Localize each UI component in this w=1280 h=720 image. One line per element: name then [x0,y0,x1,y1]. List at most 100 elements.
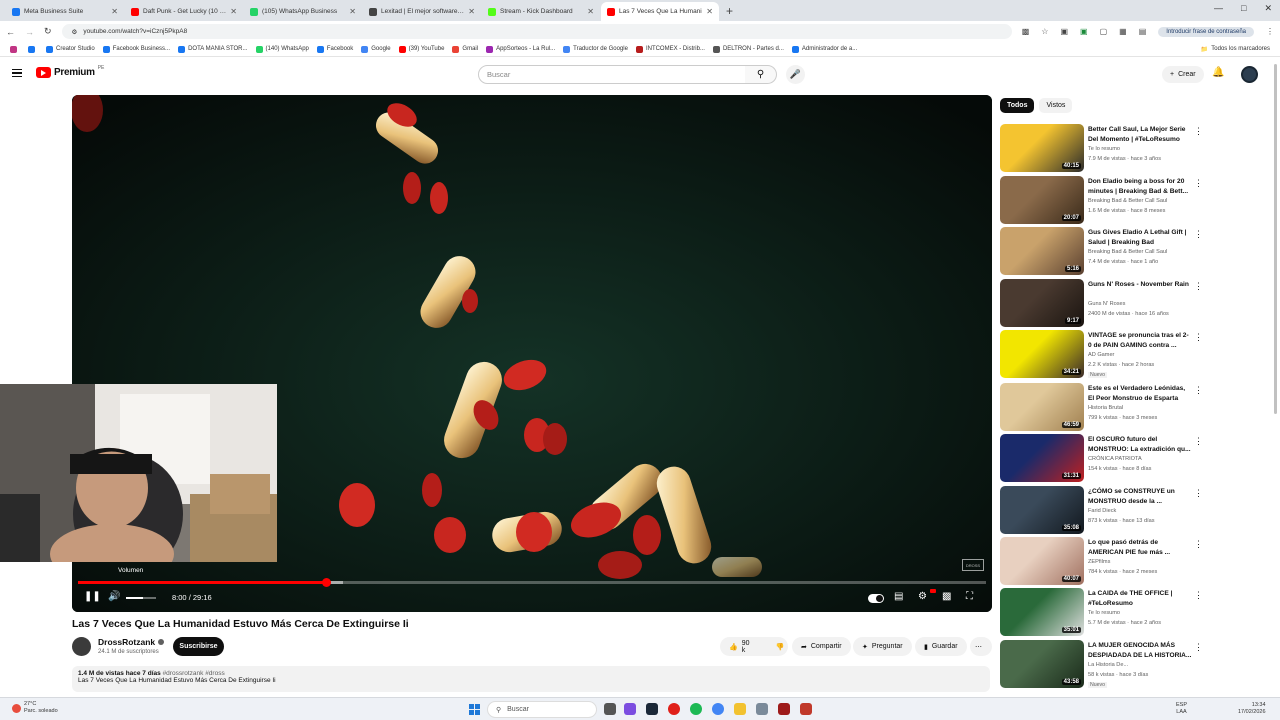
puzzle-icon[interactable]: ▦ [1119,27,1127,36]
progress-scrubber[interactable] [321,578,331,587]
app-icon[interactable] [778,703,790,715]
all-bookmarks-folder[interactable]: 📁 Todos los marcadores [1201,46,1270,53]
page-scrollbar-thumb[interactable] [1274,64,1277,414]
settings-gear-icon[interactable]: ⚙ [918,591,927,602]
save-button[interactable]: ▮ Guardar [915,637,967,656]
recommendation-item[interactable]: 46:59 Este es el Verdadero Leónidas, El P… [1000,383,1270,431]
recommendation-channel[interactable]: Farid Dieck [1088,508,1116,514]
tab-close-icon[interactable]: ✕ [111,7,118,16]
progress-bar[interactable] [78,578,986,587]
more-vertical-icon[interactable]: ⋮ [1194,590,1203,601]
recommendation-channel[interactable]: Historia Brutal [1088,405,1123,411]
bookmark-item[interactable] [28,45,38,53]
task-view-icon[interactable] [604,703,616,715]
tab-close-icon[interactable]: ✕ [468,7,475,16]
password-prompt-button[interactable]: Introducir frase de contraseña [1158,26,1254,37]
recommendation-channel[interactable]: Te lo resumo [1088,610,1120,616]
account-avatar[interactable] [1241,66,1258,83]
more-vertical-icon[interactable]: ⋮ [1194,281,1203,292]
bookmark-item[interactable]: INTCOMEX - Distrib... [635,45,705,53]
volume-slider[interactable] [126,597,156,599]
recommendation-title[interactable]: Este es el Verdadero Leónidas, El Peor M… [1088,384,1192,403]
opera-icon[interactable] [668,703,680,715]
more-vertical-icon[interactable]: ⋮ [1194,178,1203,189]
bookmark-item[interactable]: Facebook Business... [102,45,170,53]
more-vertical-icon[interactable]: ⋮ [1194,436,1203,447]
browser-menu-icon[interactable]: ⋮ [1266,27,1274,36]
minimize-icon[interactable]: — [1214,3,1223,14]
more-vertical-icon[interactable]: ⋮ [1194,126,1203,137]
more-vertical-icon[interactable]: ⋮ [1194,332,1203,343]
bookmark-item[interactable] [10,45,20,53]
bookmark-item[interactable]: Google [361,45,391,53]
new-tab-button[interactable]: + [726,4,733,18]
video-thumbnail[interactable]: 5:16 [1000,227,1084,275]
volume-icon[interactable]: 🔊 [108,591,120,602]
tab-close-icon[interactable]: ✕ [706,7,713,16]
like-button[interactable]: 👍 90 k [720,637,759,656]
bookmark-item[interactable]: Facebook [316,45,353,53]
weather-widget[interactable]: 27°C Parc. soleado [12,701,58,715]
recommendation-channel[interactable]: AD Gamer [1088,352,1114,358]
bookmark-item[interactable]: AppSorteos - La Rul... [486,45,555,53]
address-bar[interactable]: ⚙ youtube.com/watch?v=iCznj5PkpA8 [61,24,1012,39]
recommendation-item[interactable]: 5:16 Gus Gives Eladio A Lethal Gift | Sal… [1000,227,1270,275]
recommendation-item[interactable]: 20:07 Don Eladio being a boss for 20 minu… [1000,176,1270,224]
pause-icon[interactable]: ❚❚ [84,591,101,602]
more-vertical-icon[interactable]: ⋮ [1194,229,1203,240]
video-thumbnail[interactable]: 43:58 [1000,640,1084,688]
recommendation-title[interactable]: LA MUJER GENOCIDA MÁS DESPIADADA DE LA H… [1088,641,1192,660]
more-vertical-icon[interactable]: ⋮ [1194,642,1203,653]
video-thumbnail[interactable]: 35:08 [1000,486,1084,534]
subtitles-icon[interactable]: ▤ [894,591,903,602]
video-thumbnail[interactable]: 35:01 [1000,588,1084,636]
forward-icon[interactable]: → [25,27,34,37]
tab-close-icon[interactable]: ✕ [587,7,594,16]
bookmark-item[interactable]: Administrador de a... [791,45,857,53]
browser-tab[interactable]: Stream - Kick Dashboard ✕ [482,2,600,21]
chip-all[interactable]: Todos [1000,98,1035,113]
browser-tab[interactable]: Daft Punk - Get Lucky (10 min ✕ [125,2,243,21]
recommendation-item[interactable]: 40:07 Lo que pasó detrás de AMERICAN PIE … [1000,537,1270,585]
browser-tab[interactable]: Las 7 Veces Que La Humani ✕ [601,2,719,21]
extension-icon[interactable]: ▣ [1080,27,1088,36]
browser-tab[interactable]: (105) WhatsApp Business ✕ [244,2,362,21]
install-icon[interactable]: ▩ [1022,27,1030,36]
more-vertical-icon[interactable]: ⋮ [1194,488,1203,499]
video-thumbnail[interactable]: 9:17 [1000,279,1084,327]
create-button[interactable]: + Crear [1162,66,1204,83]
browser-tab[interactable]: Lexitad | El mejor software para ✕ [363,2,481,21]
app-icon[interactable] [624,703,636,715]
recommendation-title[interactable]: La CAIDA de THE OFFICE | #TeLoResumo [1088,589,1192,608]
recommendation-channel[interactable]: CRÓNICA PATRIOTA [1088,456,1142,462]
recommendation-title[interactable]: Lo que pasó detrás de AMERICAN PIE fue m… [1088,538,1192,557]
video-thumbnail[interactable]: 31:31 [1000,434,1084,482]
close-window-icon[interactable]: ✕ [1264,3,1272,14]
file-explorer-icon[interactable] [734,703,746,715]
fullscreen-icon[interactable]: ⛶ [966,591,973,602]
recommendation-channel[interactable]: Breaking Bad & Better Call Saul [1088,198,1167,204]
site-info-icon[interactable]: ⚙ [72,28,78,36]
description-box[interactable]: 1.4 M de vistas hace 7 días #drossrotzan… [72,666,990,692]
reload-icon[interactable]: ↻ [44,26,52,37]
browser-tab[interactable]: Meta Business Suite ✕ [6,2,124,21]
recommendation-item[interactable]: 35:01 La CAIDA de THE OFFICE | #TeLoResum… [1000,588,1270,636]
channel-avatar[interactable] [72,637,91,656]
bookmark-item[interactable]: Creator Studio [46,45,95,53]
recommendation-channel[interactable]: ZEPfilms [1088,559,1110,565]
youtube-premium-logo[interactable]: Premium PE [36,65,104,78]
bookmark-item[interactable]: (140) WhatsApp [255,45,309,53]
voice-search-button[interactable]: 🎤 [786,65,805,84]
app-icon[interactable] [756,703,768,715]
miniplayer-icon[interactable]: ▩ [942,591,951,602]
dislike-button[interactable]: 👎 [767,637,794,656]
hashtags[interactable]: #drossrotzank #dross [163,670,225,677]
recommendation-channel[interactable]: Guns N' Roses [1088,301,1125,307]
bookmark-star-icon[interactable]: ☆ [1041,27,1048,36]
more-actions-button[interactable]: ⋯ [970,637,992,656]
tab-close-icon[interactable]: ✕ [230,7,237,16]
extension-icon[interactable]: ▣ [1060,27,1068,36]
recommendation-title[interactable]: Gus Gives Eladio A Lethal Gift | Salud |… [1088,228,1192,247]
hamburger-menu-icon[interactable] [12,69,22,77]
recommendation-title[interactable]: Better Call Saul, La Mejor Serie Del Mom… [1088,125,1192,144]
